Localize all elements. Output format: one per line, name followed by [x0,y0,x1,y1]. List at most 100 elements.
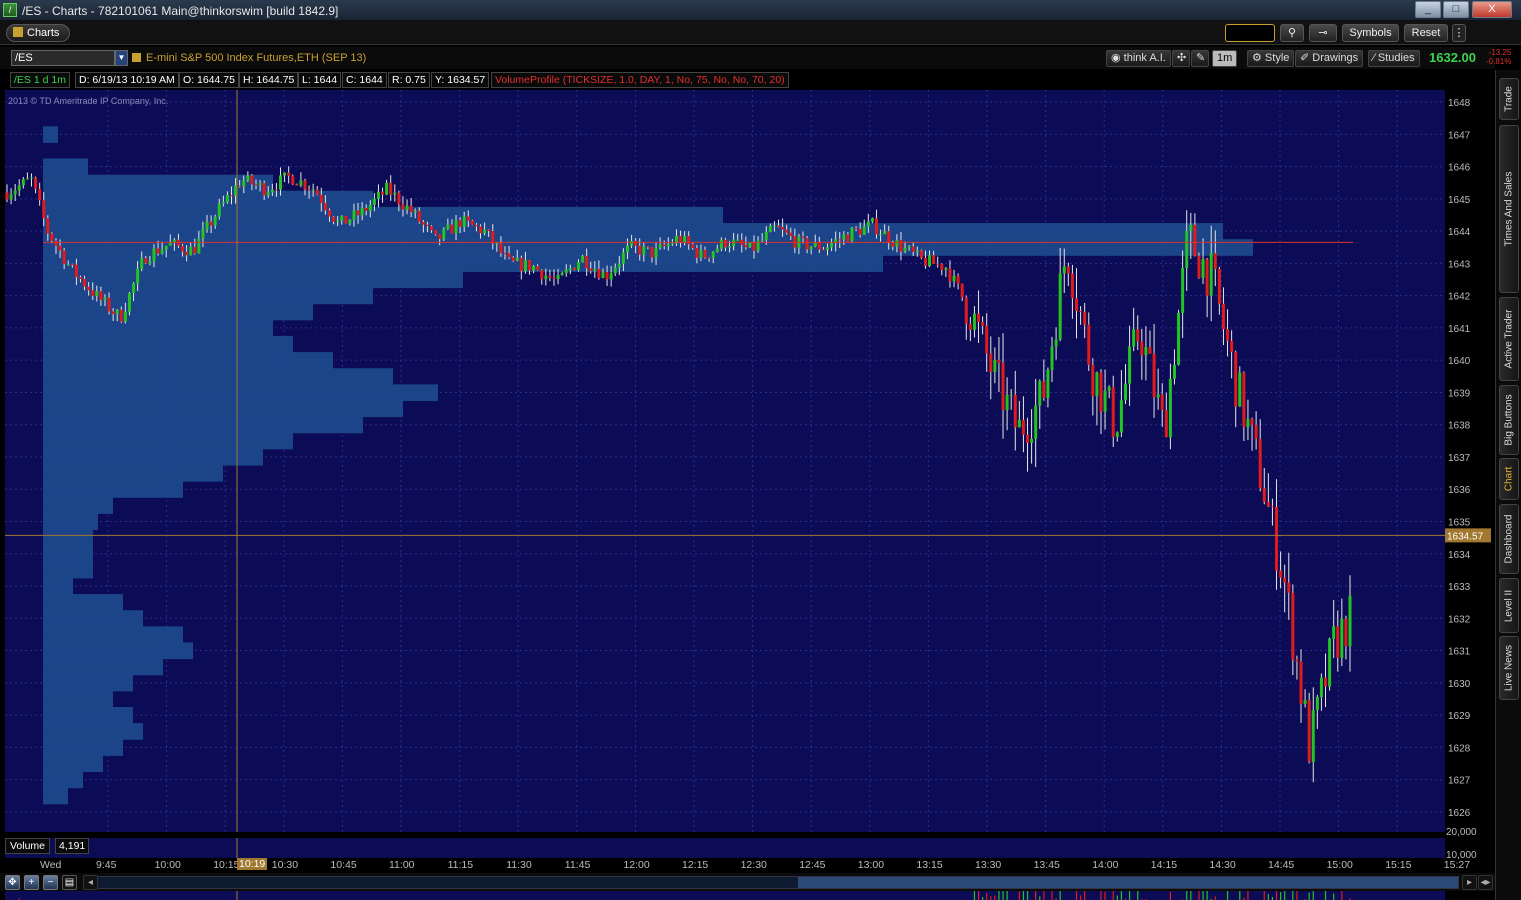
crosshair-tool-icon[interactable]: ✣ [1172,50,1190,67]
candle-body [752,242,756,251]
candle-body [523,260,527,272]
volume-profile-bar [43,465,223,482]
candle-body [307,189,311,191]
key-icon[interactable]: ⊸ [1309,24,1337,42]
candle-body [454,220,458,234]
reset-button[interactable]: Reset [1404,24,1448,42]
candle-body [940,263,944,270]
charts-tab[interactable]: Charts [6,24,71,42]
price-pane[interactable]: 2013 © TD Ameritrade IP Company, Inc. [5,90,1457,832]
candle-body [593,269,597,271]
candle-body [1119,400,1123,433]
study-label[interactable]: VolumeProfile (TICKSIZE, 1.0, DAY, 1, No… [491,72,789,88]
studies-button[interactable]: ⁄ Studies [1368,50,1420,67]
candle-body [25,178,29,180]
time-tick-label: 13:30 [975,859,1002,871]
side-tab-big-buttons[interactable]: Big Buttons [1499,385,1519,455]
candle-body [364,207,368,211]
maximize-button[interactable]: □ [1443,1,1469,18]
zoom-in-icon[interactable]: + [24,875,39,890]
side-tab-live-news[interactable]: Live News [1499,636,1519,700]
candle-body [1250,418,1254,425]
charts-tab-label: Charts [27,27,60,39]
zoom-out-icon[interactable]: − [43,875,58,890]
side-tab-level-ii[interactable]: Level II [1499,578,1519,633]
side-tab-trade[interactable]: Trade [1499,78,1519,120]
symbol-input[interactable]: /ES [11,50,115,66]
link-color-box[interactable] [1225,24,1275,42]
candle-body [470,220,474,225]
candle-body [1123,383,1127,401]
candle-body [1226,329,1230,341]
expand-icon[interactable]: ◂▸ [1478,875,1493,890]
think-ai-button[interactable]: ◉ think A.I. [1106,50,1171,67]
candle-body [1079,310,1083,312]
candle-body [1307,700,1311,762]
pan-icon[interactable]: ✥ [5,875,20,890]
minimize-button[interactable]: _ [1415,1,1441,18]
style-button[interactable]: ⚙ Style [1247,50,1295,67]
candle-body [952,275,956,282]
close-button[interactable]: X [1472,1,1512,18]
candle-body [1144,347,1148,356]
wrench-icon[interactable]: ✎ [1191,50,1209,67]
scroll-right-icon[interactable]: ▸ [1462,875,1477,890]
time-tick-label: 12:30 [740,859,767,871]
candle-body [1328,638,1332,687]
side-tab-times-and-sales[interactable]: Times And Sales [1499,125,1519,293]
time-axis[interactable]: Wed 9:45 10:00 10:15 10:30 10:45 11:00 11:15 11:… [5,858,1470,873]
candle-body [458,220,462,227]
side-tab-chart[interactable]: Chart [1499,458,1519,500]
candle-body [1160,394,1164,411]
candle-body [1201,259,1205,278]
scroll-left-icon[interactable]: ◂ [83,875,98,890]
candle-body [1303,700,1307,704]
side-tab-label: Trade [1503,86,1515,112]
candle-body [825,247,829,250]
candle-body [1156,394,1160,398]
candle-body [564,269,568,274]
candle-body [777,225,781,228]
menu-dots-icon[interactable]: ⋮ [1452,24,1466,42]
zoom-box-icon[interactable]: ▤ [62,875,77,890]
side-tab-dashboard[interactable]: Dashboard [1499,504,1519,574]
candle-body [1009,394,1013,396]
volume-profile-bar [43,642,193,660]
pencil-icon: ✐ [1300,52,1313,64]
candle-body [1242,372,1246,428]
window-title: /ES - Charts - 782101061 Main@thinkorswi… [22,4,339,18]
candle-body [123,311,127,322]
candle-body [605,272,609,280]
candle-body [1095,372,1099,397]
time-tick-label: 11:30 [506,859,532,871]
candle-body [1164,410,1168,438]
drawings-button[interactable]: ✐ Drawings [1295,50,1364,67]
candle-body [152,248,156,262]
lock-icon[interactable]: ⚲ [1280,24,1304,42]
price-axis[interactable]: 1648 1647 1646 1645 1644 1643 1642 1641 1640 1639… [1445,90,1495,875]
price-chart-svg: 2013 © TD Ameritrade IP Company, Inc. [5,90,1457,832]
time-scrollbar[interactable] [97,876,1459,889]
candle-body [250,175,254,185]
timeframe-button[interactable]: 1m [1212,50,1238,67]
candle-body [1066,266,1070,274]
candle-body [989,353,993,373]
candle-body [842,234,846,240]
volume-tick-label: 20,000 [1446,827,1477,838]
price-tick-label: 1630 [1448,679,1471,690]
chart-area[interactable]: /ES 1 d 1m D: 6/19/13 10:19 AM O: 1644.7… [5,70,1457,900]
candle-body [46,218,50,234]
candle-body [956,275,960,284]
symbol-dropdown-icon[interactable]: ▼ [115,50,128,66]
candle-body [1181,267,1185,313]
candle-body [928,255,932,266]
candle-body [532,266,536,271]
candle-body [638,245,642,255]
candle-body [907,246,911,248]
candle-body [1185,230,1189,268]
scrollbar-thumb[interactable] [798,877,1458,888]
candle-body [948,268,952,282]
candle-body [1050,346,1054,370]
side-tab-active-trader[interactable]: Active Trader [1499,297,1519,381]
symbols-button[interactable]: Symbols [1342,24,1399,42]
